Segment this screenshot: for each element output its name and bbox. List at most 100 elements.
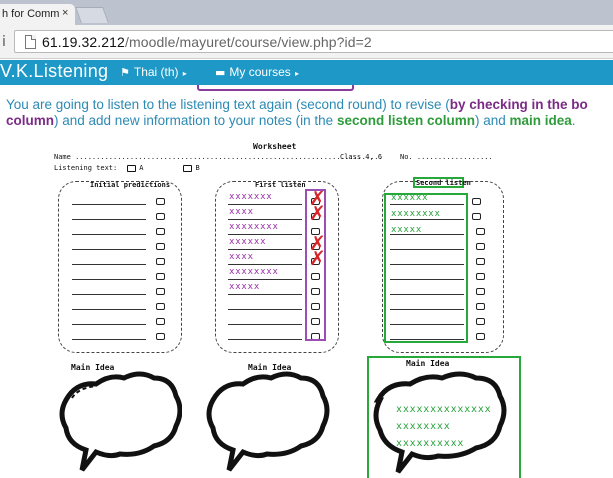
checkbox-a [127,164,137,172]
initial-predictions-column [58,181,182,353]
second-listen-note: xxxxx [391,225,423,235]
green-main-idea-highlight [367,356,521,478]
site-navbar: V.K.Listening ⚑ Thai (th) ▸ ▬ My courses ▸ [0,60,613,85]
first-listen-note: xxxxxxx [229,192,273,202]
prediction-line [72,249,146,250]
prediction-line [72,279,146,280]
second-listen-checkbox [472,213,481,220]
second-listen-line [390,324,464,325]
prediction-checkbox [156,198,165,205]
second-listen-line [390,339,464,340]
first-listen-line [228,204,302,205]
worksheet-image: Worksheet Name .........................… [52,138,613,478]
browser-tabstrip: h for Comm × [0,0,613,25]
class-label: Class 4, 6 [340,153,383,161]
prediction-checkbox [156,213,165,220]
instruction-part: ) and [474,113,510,128]
second-listen-checkbox [476,228,485,235]
listening-text-label: Listening text: [54,164,118,172]
first-listen-line [228,234,302,235]
main-idea-note: xxxxxxxxxx [396,438,465,449]
prediction-line [72,324,146,325]
second-listen-checkbox [476,333,485,340]
first-listen-note: xxxxxx [229,237,267,247]
second-listen-line [390,204,464,205]
second-listen-checkbox [476,288,485,295]
instruction-emphasis: main idea [509,113,572,128]
second-listen-line [390,279,464,280]
option-b-label: B [195,164,200,172]
second-listen-checkbox [476,273,485,280]
address-bar-row: i 61.19.32.212/moodle/mayuret/course/vie… [0,25,613,59]
site-brand[interactable]: V.K.Listening [0,61,108,82]
tab-title: h for Comm [2,8,60,20]
second-listen-line [390,249,464,250]
instruction-part: ) and add new information to your notes … [54,113,337,128]
second-listen-line [390,219,464,220]
browser-tab[interactable]: h for Comm × [0,4,75,25]
first-listen-note: xxxx [229,252,254,262]
url-path: /moodle/mayuret/course/view.php?id=2 [124,34,372,50]
worksheet-title: Worksheet [253,142,297,151]
briefcase-icon: ▬ [215,66,226,79]
prediction-line [72,294,146,295]
first-listen-note: xxxxxxxx [229,267,279,277]
first-listen-line [228,264,302,265]
second-listen-checkbox [476,258,485,265]
new-tab-button[interactable] [75,7,109,23]
first-listen-line [228,279,302,280]
first-listen-line [228,324,302,325]
main-idea-note: xxxxxxxx [396,421,451,432]
second-listen-title: Second listen [416,179,471,187]
url-host: 61.19.32.212 [42,34,125,50]
purple-highlight-annotation [197,85,354,91]
second-listen-checkbox [476,303,485,310]
prediction-line [72,339,146,340]
prediction-checkbox [156,243,165,250]
second-listen-line [390,264,464,265]
second-listen-checkbox [476,318,485,325]
first-listen-line [228,219,302,220]
prediction-checkbox [156,318,165,325]
address-bar[interactable]: 61.19.32.212/moodle/mayuret/course/view.… [14,30,613,53]
first-listen-title: First listen [255,181,306,189]
url-text[interactable]: 61.19.32.212/moodle/mayuret/course/view.… [42,34,372,50]
option-a-label: A [139,164,144,172]
instruction-part: . [571,113,576,128]
instruction-text: You are going to listen to the listening… [6,97,613,129]
instruction-emphasis: second listen column [336,113,475,128]
second-listen-note: xxxxxxxx [391,209,441,219]
checkbox-b [183,164,193,172]
main-idea-note: xxxxxxxxxxxxxx [396,404,492,415]
speech-bubble-2 [206,371,330,472]
first-listen-note: xxxx [229,207,254,217]
prediction-checkbox [156,273,165,280]
tab-close-icon[interactable]: × [62,7,68,19]
my-courses-menu[interactable]: ▬ My courses ▸ [215,65,299,79]
initial-predictions-title: Initial predictions [90,181,171,189]
listening-text-row: Listening text: A B [54,164,200,172]
prediction-line [72,234,146,235]
first-listen-note: xxxxxxxx [229,222,279,232]
first-listen-line [228,309,302,310]
language-menu[interactable]: ⚑ Thai (th) ▸ [120,65,187,79]
my-courses-label: My courses [229,65,291,79]
flag-icon: ⚑ [120,66,130,79]
instruction-emphasis: by checking in the bo [449,97,588,112]
prediction-checkbox [156,228,165,235]
second-listen-checkbox [476,243,485,250]
prediction-checkbox [156,288,165,295]
instruction-part: You are going to listen to the listening… [6,97,450,112]
prediction-checkbox [156,333,165,340]
second-listen-note: xxxxxx [391,193,429,203]
first-listen-line [228,249,302,250]
purple-checkbox-highlight [305,189,326,341]
instruction-emphasis: column [6,113,55,128]
caret-right-icon: ▸ [292,69,300,78]
prediction-line [72,309,146,310]
prediction-checkbox [156,303,165,310]
first-listen-line [228,339,302,340]
info-icon[interactable]: i [2,34,6,50]
prediction-line [72,219,146,220]
prediction-line [72,264,146,265]
